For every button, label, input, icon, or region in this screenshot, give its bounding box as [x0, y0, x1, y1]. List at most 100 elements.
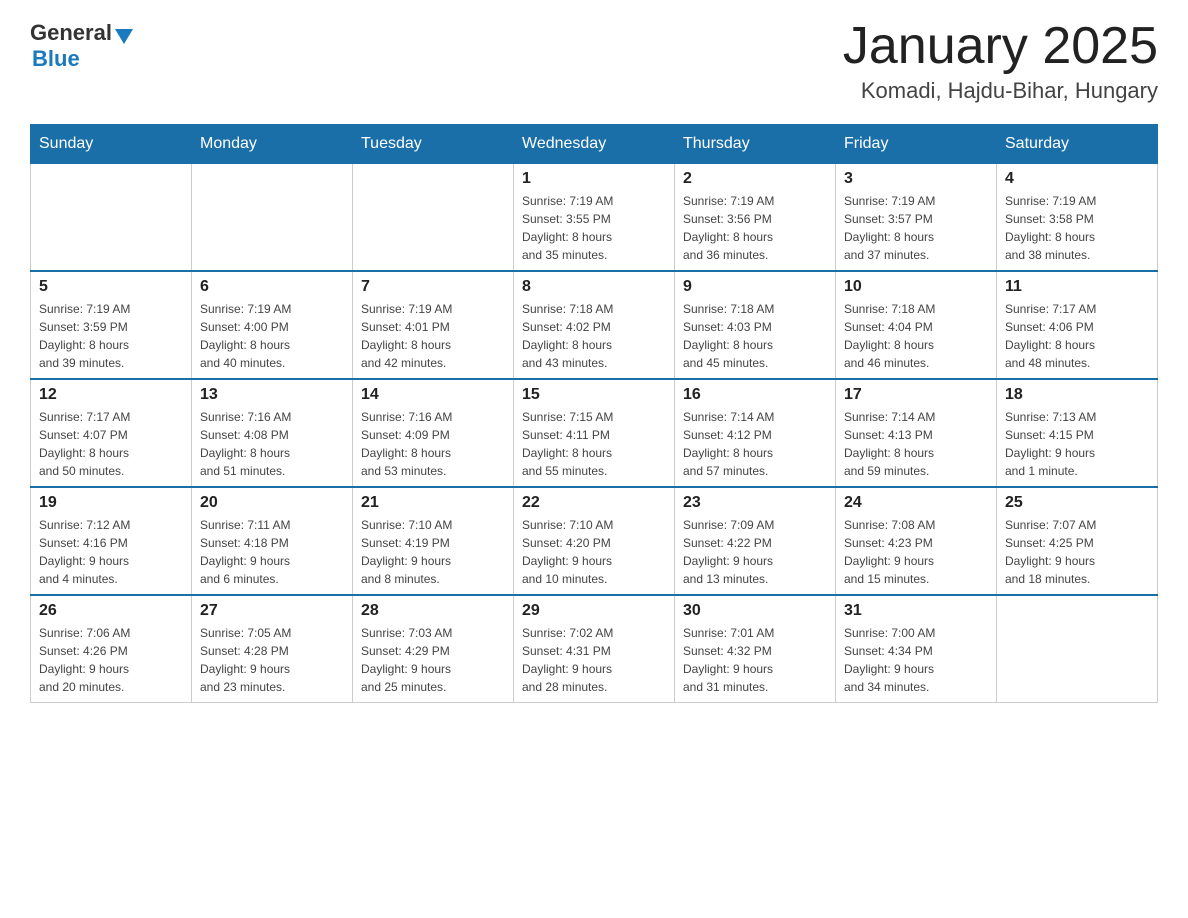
calendar-week-5: 26 Sunrise: 7:06 AM Sunset: 4:26 PM Dayli…: [31, 595, 1158, 703]
day-info: Sunrise: 7:19 AM Sunset: 3:56 PM Dayligh…: [683, 192, 827, 264]
calendar-cell: 7 Sunrise: 7:19 AM Sunset: 4:01 PM Daylig…: [353, 271, 514, 379]
calendar-cell: 22 Sunrise: 7:10 AM Sunset: 4:20 PM Dayli…: [514, 487, 675, 595]
calendar-cell: 27Sunrise: 7:05 AM Sunset: 4:28 PM Dayli…: [192, 595, 353, 703]
day-info: Sunrise: 7:09 AM Sunset: 4:22 PM Dayligh…: [683, 516, 827, 588]
day-number: 28: [361, 602, 505, 620]
calendar-cell: 15 Sunrise: 7:15 AM Sunset: 4:11 PM Dayli…: [514, 379, 675, 487]
month-title: January 2025: [843, 20, 1158, 72]
day-info: Sunrise: 7:13 AM Sunset: 4:15 PM Dayligh…: [1005, 408, 1149, 480]
calendar-cell: 4 Sunrise: 7:19 AM Sunset: 3:58 PM Daylig…: [997, 164, 1158, 272]
day-info: Sunrise: 7:19 AM Sunset: 3:57 PM Dayligh…: [844, 192, 988, 264]
weekday-header-wednesday: Wednesday: [514, 125, 675, 164]
day-number: 4: [1005, 170, 1149, 188]
day-info: Sunrise: 7:17 AM Sunset: 4:07 PM Dayligh…: [39, 408, 183, 480]
day-info: Sunrise: 7:08 AM Sunset: 4:23 PM Dayligh…: [844, 516, 988, 588]
calendar-cell: [997, 595, 1158, 703]
day-number: 8: [522, 278, 666, 296]
calendar-cell: 10 Sunrise: 7:18 AM Sunset: 4:04 PM Dayli…: [836, 271, 997, 379]
day-info: Sunrise: 7:10 AM Sunset: 4:19 PM Dayligh…: [361, 516, 505, 588]
day-number: 15: [522, 386, 666, 404]
day-number: 30: [683, 602, 827, 620]
title-section: January 2025 Komadi, Hajdu-Bihar, Hungar…: [843, 20, 1158, 104]
calendar-cell: 18 Sunrise: 7:13 AM Sunset: 4:15 PM Dayli…: [997, 379, 1158, 487]
calendar-cell: 11 Sunrise: 7:17 AM Sunset: 4:06 PM Dayli…: [997, 271, 1158, 379]
day-info: Sunrise: 7:01 AM Sunset: 4:32 PM Dayligh…: [683, 624, 827, 696]
day-info: Sunrise: 7:10 AM Sunset: 4:20 PM Dayligh…: [522, 516, 666, 588]
day-info: Sunrise: 7:16 AM Sunset: 4:09 PM Dayligh…: [361, 408, 505, 480]
day-number: 22: [522, 494, 666, 512]
day-number: 25: [1005, 494, 1149, 512]
calendar-cell: 25Sunrise: 7:07 AM Sunset: 4:25 PM Dayli…: [997, 487, 1158, 595]
day-number: 26: [39, 602, 183, 620]
calendar-cell: 16Sunrise: 7:14 AM Sunset: 4:12 PM Dayli…: [675, 379, 836, 487]
calendar-cell: 20Sunrise: 7:11 AM Sunset: 4:18 PM Dayli…: [192, 487, 353, 595]
day-number: 20: [200, 494, 344, 512]
day-number: 29: [522, 602, 666, 620]
day-info: Sunrise: 7:19 AM Sunset: 3:59 PM Dayligh…: [39, 300, 183, 372]
day-number: 3: [844, 170, 988, 188]
weekday-header-sunday: Sunday: [31, 125, 192, 164]
day-number: 12: [39, 386, 183, 404]
day-info: Sunrise: 7:00 AM Sunset: 4:34 PM Dayligh…: [844, 624, 988, 696]
day-number: 21: [361, 494, 505, 512]
day-number: 24: [844, 494, 988, 512]
day-info: Sunrise: 7:19 AM Sunset: 4:00 PM Dayligh…: [200, 300, 344, 372]
day-info: Sunrise: 7:15 AM Sunset: 4:11 PM Dayligh…: [522, 408, 666, 480]
day-number: 17: [844, 386, 988, 404]
day-number: 9: [683, 278, 827, 296]
day-info: Sunrise: 7:02 AM Sunset: 4:31 PM Dayligh…: [522, 624, 666, 696]
calendar-cell: 21 Sunrise: 7:10 AM Sunset: 4:19 PM Dayli…: [353, 487, 514, 595]
day-number: 6: [200, 278, 344, 296]
day-number: 11: [1005, 278, 1149, 296]
day-number: 14: [361, 386, 505, 404]
calendar-cell: [31, 164, 192, 272]
calendar-cell: 14 Sunrise: 7:16 AM Sunset: 4:09 PM Dayli…: [353, 379, 514, 487]
calendar-cell: 2Sunrise: 7:19 AM Sunset: 3:56 PM Daylig…: [675, 164, 836, 272]
day-number: 5: [39, 278, 183, 296]
calendar-cell: 29 Sunrise: 7:02 AM Sunset: 4:31 PM Dayli…: [514, 595, 675, 703]
day-info: Sunrise: 7:12 AM Sunset: 4:16 PM Dayligh…: [39, 516, 183, 588]
logo-triangle-icon: [115, 29, 133, 44]
day-info: Sunrise: 7:03 AM Sunset: 4:29 PM Dayligh…: [361, 624, 505, 696]
calendar-header-row: SundayMondayTuesdayWednesdayThursdayFrid…: [31, 125, 1158, 164]
page-header: General Blue January 2025 Komadi, Hajdu-…: [30, 20, 1158, 104]
calendar-week-1: 1Sunrise: 7:19 AM Sunset: 3:55 PM Daylig…: [31, 164, 1158, 272]
calendar-cell: 31 Sunrise: 7:00 AM Sunset: 4:34 PM Dayli…: [836, 595, 997, 703]
weekday-header-saturday: Saturday: [997, 125, 1158, 164]
calendar-cell: 19 Sunrise: 7:12 AM Sunset: 4:16 PM Dayli…: [31, 487, 192, 595]
day-info: Sunrise: 7:18 AM Sunset: 4:04 PM Dayligh…: [844, 300, 988, 372]
calendar-cell: 23 Sunrise: 7:09 AM Sunset: 4:22 PM Dayli…: [675, 487, 836, 595]
day-number: 19: [39, 494, 183, 512]
day-info: Sunrise: 7:19 AM Sunset: 4:01 PM Dayligh…: [361, 300, 505, 372]
calendar-week-4: 19 Sunrise: 7:12 AM Sunset: 4:16 PM Dayli…: [31, 487, 1158, 595]
logo-general-text: General: [30, 20, 112, 46]
calendar-cell: 1Sunrise: 7:19 AM Sunset: 3:55 PM Daylig…: [514, 164, 675, 272]
calendar-cell: 13Sunrise: 7:16 AM Sunset: 4:08 PM Dayli…: [192, 379, 353, 487]
weekday-header-tuesday: Tuesday: [353, 125, 514, 164]
calendar-week-3: 12 Sunrise: 7:17 AM Sunset: 4:07 PM Dayli…: [31, 379, 1158, 487]
calendar-cell: 24 Sunrise: 7:08 AM Sunset: 4:23 PM Dayli…: [836, 487, 997, 595]
calendar-week-2: 5 Sunrise: 7:19 AM Sunset: 3:59 PM Daylig…: [31, 271, 1158, 379]
calendar-cell: 6 Sunrise: 7:19 AM Sunset: 4:00 PM Daylig…: [192, 271, 353, 379]
day-number: 7: [361, 278, 505, 296]
calendar-cell: [353, 164, 514, 272]
day-info: Sunrise: 7:06 AM Sunset: 4:26 PM Dayligh…: [39, 624, 183, 696]
calendar-cell: 28 Sunrise: 7:03 AM Sunset: 4:29 PM Dayli…: [353, 595, 514, 703]
calendar-cell: 26 Sunrise: 7:06 AM Sunset: 4:26 PM Dayli…: [31, 595, 192, 703]
location-title: Komadi, Hajdu-Bihar, Hungary: [843, 78, 1158, 104]
calendar-cell: 8Sunrise: 7:18 AM Sunset: 4:02 PM Daylig…: [514, 271, 675, 379]
day-info: Sunrise: 7:18 AM Sunset: 4:03 PM Dayligh…: [683, 300, 827, 372]
day-number: 18: [1005, 386, 1149, 404]
logo: General Blue: [30, 20, 133, 72]
weekday-header-friday: Friday: [836, 125, 997, 164]
day-number: 10: [844, 278, 988, 296]
calendar-cell: 5 Sunrise: 7:19 AM Sunset: 3:59 PM Daylig…: [31, 271, 192, 379]
weekday-header-monday: Monday: [192, 125, 353, 164]
weekday-header-thursday: Thursday: [675, 125, 836, 164]
day-number: 23: [683, 494, 827, 512]
day-info: Sunrise: 7:05 AM Sunset: 4:28 PM Dayligh…: [200, 624, 344, 696]
day-info: Sunrise: 7:19 AM Sunset: 3:58 PM Dayligh…: [1005, 192, 1149, 264]
day-number: 31: [844, 602, 988, 620]
calendar-table: SundayMondayTuesdayWednesdayThursdayFrid…: [30, 124, 1158, 703]
day-info: Sunrise: 7:17 AM Sunset: 4:06 PM Dayligh…: [1005, 300, 1149, 372]
